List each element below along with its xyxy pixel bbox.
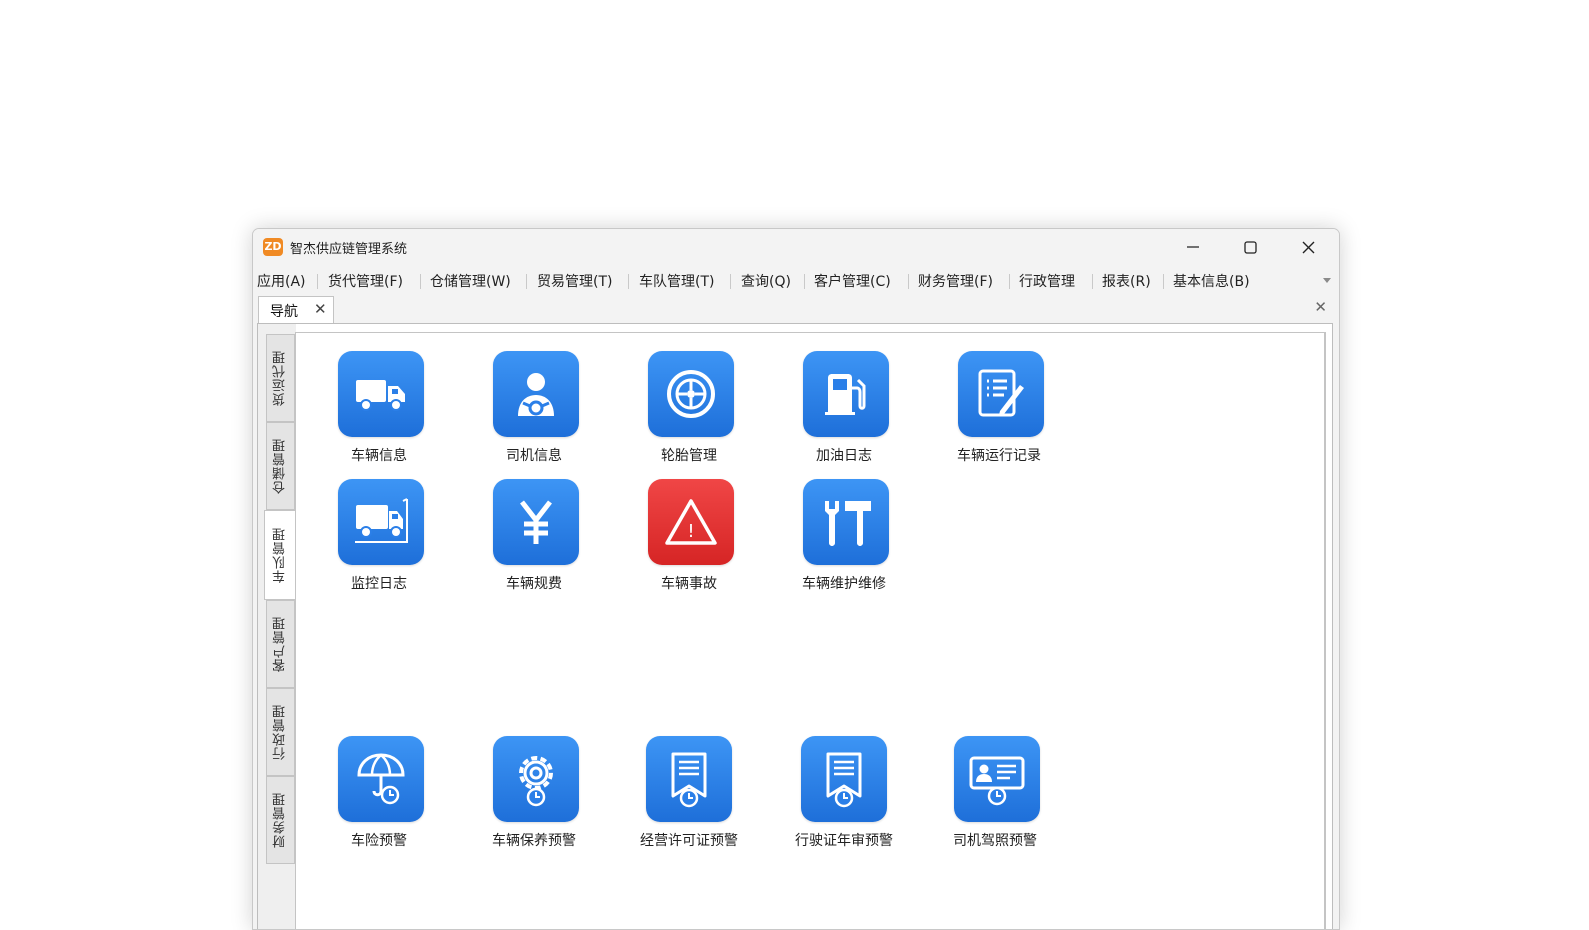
warning-icon: ! — [648, 479, 734, 565]
close-button[interactable] — [1279, 229, 1337, 265]
menu-trade[interactable]: 贸易管理(T) — [537, 271, 612, 291]
menu-app[interactable]: 应用(A) — [257, 271, 306, 291]
tile-label: 加油日志 — [816, 448, 872, 464]
document-tab-strip: 导航 ✕ ✕ — [253, 295, 1339, 323]
driver-icon — [493, 351, 579, 437]
tile-label: 车辆维护维修 — [802, 576, 886, 592]
side-tab-bar: 货运代理 仓储管理 车队管理 客户管理 行政管理 财务管理 — [258, 324, 296, 929]
bookmark-clock-icon — [646, 736, 732, 822]
menu-separator — [420, 274, 421, 289]
menu-query[interactable]: 查询(Q) — [741, 271, 791, 291]
side-tab-customer[interactable]: 客户管理 — [266, 600, 295, 688]
side-tab-label: 行政管理 — [273, 704, 288, 760]
tile-label: 车辆保养预警 — [492, 833, 576, 849]
tile-label: 车辆信息 — [351, 448, 407, 464]
tile-label: 车险预警 — [351, 833, 407, 849]
bookmark-clock-icon — [801, 736, 887, 822]
navigation-panel: 货运代理 仓储管理 车队管理 客户管理 行政管理 财务管理 车辆信息 司机信息 — [257, 323, 1333, 929]
tire-icon — [648, 351, 734, 437]
side-tab-label: 客户管理 — [273, 616, 288, 672]
menu-overflow-chevron-icon[interactable] — [1323, 278, 1331, 283]
window-title: 智杰供应链管理系统 — [290, 242, 408, 257]
id-card-clock-icon — [954, 736, 1040, 822]
tile-tire-management[interactable]: 轮胎管理 — [624, 351, 754, 464]
module-tile-area: 车辆信息 司机信息 轮胎管理 加油日志 车辆运行记录 监控日志 车辆规费 ! 车… — [295, 332, 1326, 929]
yen-icon — [493, 479, 579, 565]
side-tab-admin[interactable]: 行政管理 — [266, 688, 295, 776]
menu-finance[interactable]: 财务管理(F) — [918, 271, 993, 291]
app-logo-icon: ZD — [263, 238, 283, 256]
tile-vehicle-fees[interactable]: 车辆规费 — [469, 479, 599, 592]
menu-separator — [804, 274, 805, 289]
close-icon — [1302, 241, 1314, 253]
menu-separator — [908, 274, 909, 289]
side-tab-label: 货运代理 — [273, 350, 288, 406]
menu-separator — [1163, 274, 1164, 289]
side-tab-label: 财务管理 — [273, 792, 288, 848]
maximize-icon — [1243, 240, 1257, 254]
tile-fuel-log[interactable]: 加油日志 — [779, 351, 909, 464]
tab-close-icon[interactable]: ✕ — [314, 300, 327, 318]
tile-vehicle-info[interactable]: 车辆信息 — [314, 351, 444, 464]
tile-label: 司机驾照预警 — [953, 833, 1037, 849]
tile-label: 轮胎管理 — [661, 448, 717, 464]
truck-monitor-icon — [338, 479, 424, 565]
tile-driving-license-annual-review-alert[interactable]: 行驶证年审预警 — [774, 736, 914, 849]
tile-vehicle-operation-record[interactable]: 车辆运行记录 — [934, 351, 1064, 464]
menu-separator — [1092, 274, 1093, 289]
close-all-tabs-icon[interactable]: ✕ — [1314, 298, 1327, 316]
gear-clock-icon — [493, 736, 579, 822]
tile-monitoring-log[interactable]: 监控日志 — [314, 479, 444, 592]
menu-separator — [730, 274, 731, 289]
tile-vehicle-maintenance-repair[interactable]: 车辆维护维修 — [779, 479, 909, 592]
tile-business-license-alert[interactable]: 经营许可证预警 — [619, 736, 759, 849]
menu-separator — [628, 274, 629, 289]
menu-customer[interactable]: 客户管理(C) — [814, 271, 891, 291]
menu-fleet[interactable]: 车队管理(T) — [639, 271, 714, 291]
tile-driver-info[interactable]: 司机信息 — [469, 351, 599, 464]
side-tab-forwarding[interactable]: 货运代理 — [266, 334, 295, 422]
truck-icon — [338, 351, 424, 437]
tab-navigation[interactable]: 导航 ✕ — [258, 296, 334, 323]
tile-label: 车辆规费 — [506, 576, 562, 592]
tile-vehicle-accident[interactable]: ! 车辆事故 — [624, 479, 754, 592]
title-bar[interactable]: ZD 智杰供应链管理系统 — [253, 229, 1339, 265]
tile-label: 车辆运行记录 — [957, 448, 1041, 464]
side-tab-label: 车队管理 — [272, 527, 288, 583]
side-tab-label: 仓储管理 — [273, 438, 288, 494]
menu-warehouse[interactable]: 仓储管理(W) — [430, 271, 511, 291]
umbrella-clock-icon — [338, 736, 424, 822]
menu-bar: 应用(A) 货代管理(F) 仓储管理(W) 贸易管理(T) 车队管理(T) 查询… — [253, 265, 1339, 296]
menu-separator — [317, 274, 318, 289]
minimize-icon — [1187, 246, 1199, 248]
minimize-button[interactable] — [1164, 229, 1222, 265]
tab-label: 导航 — [270, 304, 298, 320]
menu-forwarding[interactable]: 货代管理(F) — [328, 271, 403, 291]
side-tab-warehouse[interactable]: 仓储管理 — [266, 422, 295, 510]
app-window: ZD 智杰供应链管理系统 应用(A) 货代管理(F) 仓储管理(W) 贸易管理(… — [252, 228, 1340, 930]
tile-label: 车辆事故 — [661, 576, 717, 592]
side-tab-finance[interactable]: 财务管理 — [266, 776, 295, 864]
tile-label: 监控日志 — [351, 576, 407, 592]
tile-maintenance-alert[interactable]: 车辆保养预警 — [469, 736, 599, 849]
side-tab-fleet[interactable]: 车队管理 — [264, 510, 295, 600]
tools-icon — [803, 479, 889, 565]
menu-admin[interactable]: 行政管理 — [1019, 271, 1075, 291]
document-edit-icon — [958, 351, 1044, 437]
menu-separator — [1009, 274, 1010, 289]
maximize-button[interactable] — [1221, 229, 1279, 265]
svg-text:!: ! — [687, 521, 694, 542]
menu-basic-info[interactable]: 基本信息(B) — [1173, 271, 1250, 291]
tile-label: 经营许可证预警 — [640, 833, 738, 849]
tile-insurance-alert[interactable]: 车险预警 — [314, 736, 444, 849]
tile-label: 行驶证年审预警 — [795, 833, 893, 849]
tile-driver-license-alert[interactable]: 司机驾照预警 — [930, 736, 1060, 849]
menu-reports[interactable]: 报表(R) — [1102, 271, 1151, 291]
menu-separator — [526, 274, 527, 289]
tile-label: 司机信息 — [506, 448, 562, 464]
fuel-pump-icon — [803, 351, 889, 437]
